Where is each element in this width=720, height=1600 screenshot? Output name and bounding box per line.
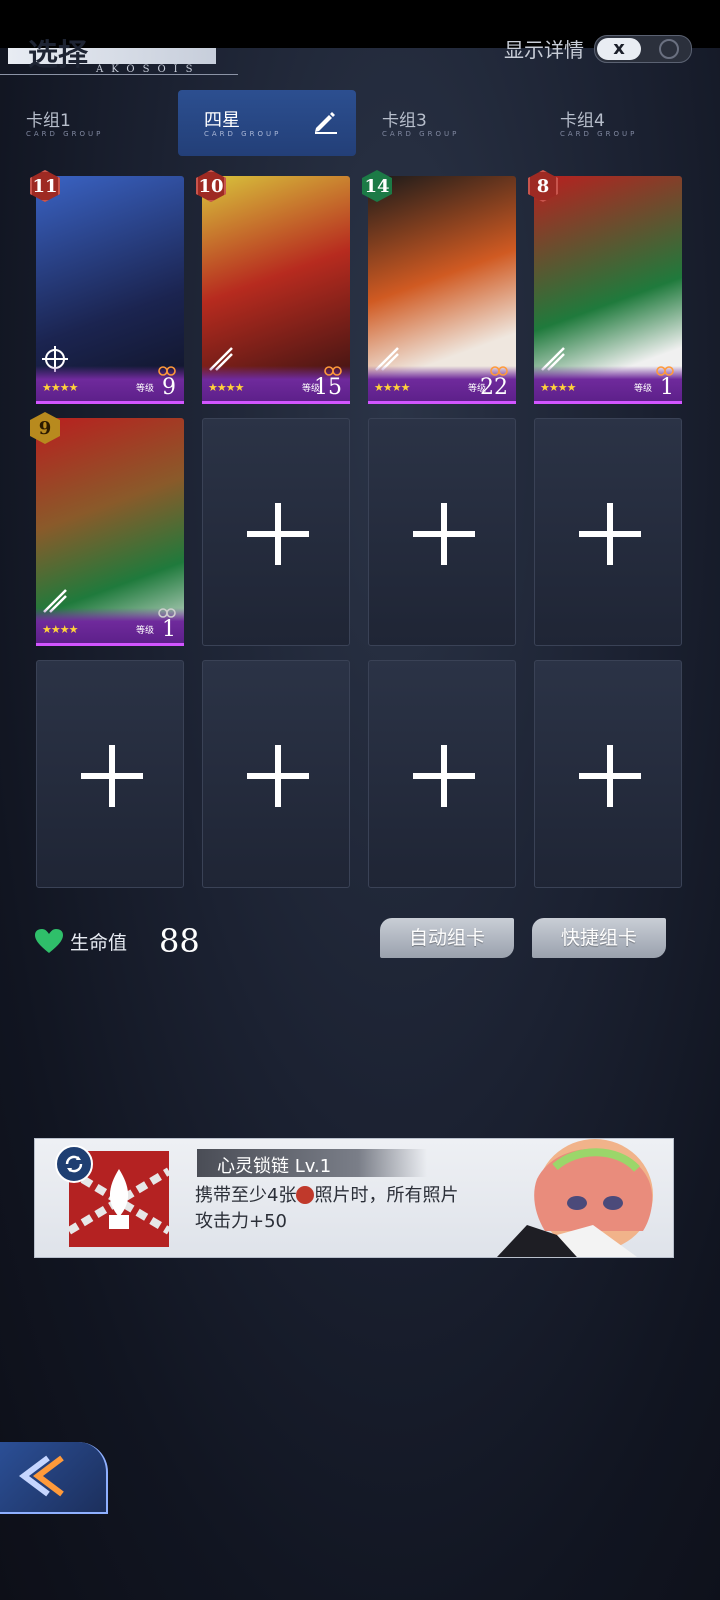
empty-slot[interactable]	[534, 660, 682, 888]
level-label: 等级	[136, 626, 155, 636]
star-rating: ★★★★	[42, 623, 78, 636]
refresh-icon[interactable]	[55, 1145, 93, 1183]
level-label: 等级	[634, 384, 653, 394]
details-toggle[interactable]: 显示详情 x	[504, 34, 692, 63]
arrow-left-icon	[19, 1455, 64, 1497]
header: 选择 AKOSOIS 显示详情 x	[0, 34, 720, 88]
type-icon	[296, 1186, 315, 1204]
card-slot-3[interactable]: 14 ★★★★ 等级 22	[362, 170, 516, 404]
plus-icon	[579, 503, 641, 565]
plus-icon	[579, 745, 641, 807]
tab-deck-1[interactable]: 卡组1 CARD GROUP	[0, 90, 178, 156]
skill-title-bar: 心灵锁链 Lv.1	[197, 1149, 427, 1177]
tab-label: 卡组1	[26, 111, 71, 131]
tab-sub: CARD GROUP	[26, 130, 104, 138]
level-value: 9	[162, 375, 176, 400]
tab-four-star[interactable]: 四星 CARD GROUP	[178, 90, 356, 156]
auto-build-button[interactable]: 自动组卡	[380, 918, 514, 958]
tab-deck-3[interactable]: 卡组3 CARD GROUP	[356, 90, 534, 156]
level-value: 1	[162, 617, 176, 642]
level-value: 22	[480, 375, 508, 400]
character-portrait	[497, 1139, 667, 1257]
card-slot-5[interactable]: 9 ★★★★ 等级 1	[30, 412, 184, 646]
quick-build-button[interactable]: 快捷组卡	[532, 918, 666, 958]
pencil-icon[interactable]	[312, 108, 338, 134]
tab-sub: CARD GROUP	[560, 130, 638, 138]
level-value: 15	[314, 375, 342, 400]
tab-deck-4[interactable]: 卡组4 CARD GROUP	[534, 90, 712, 156]
empty-slot[interactable]	[368, 418, 516, 646]
skill-desc-part: 携带至少4张	[195, 1185, 297, 1206]
back-button[interactable]	[0, 1442, 108, 1514]
plus-icon	[81, 745, 143, 807]
card-slot-2[interactable]: 10 ★★★★ 等级 15	[196, 170, 350, 404]
star-rating: ★★★★	[208, 381, 244, 394]
hp-value: 88	[159, 922, 200, 960]
title-divider	[0, 74, 238, 75]
tab-label: 卡组4	[560, 111, 605, 131]
star-rating: ★★★★	[42, 381, 78, 394]
level-label: 等级	[136, 384, 155, 394]
plus-icon	[413, 503, 475, 565]
skill-desc-part: 照片时，所有照片	[314, 1185, 459, 1206]
tab-label: 卡组3	[382, 111, 427, 131]
heart-icon	[35, 929, 63, 953]
toggle-off-icon	[659, 38, 679, 59]
card-slot-4[interactable]: 8 ★★★★ 等级 1	[528, 170, 682, 404]
star-rating: ★★★★	[374, 381, 410, 394]
empty-slot[interactable]	[202, 418, 350, 646]
card-slot-1[interactable]: 11 ★★★★ 等级 9	[30, 170, 184, 404]
empty-slot[interactable]	[202, 660, 350, 888]
empty-slot[interactable]	[534, 418, 682, 646]
skill-description: 携带至少4张 照片时，所有照片 攻击力+50	[195, 1183, 515, 1235]
skill-panel[interactable]: 心灵锁链 Lv.1 携带至少4张 照片时，所有照片 攻击力+50	[34, 1138, 674, 1258]
hp-label: 生命值	[70, 931, 128, 954]
skill-desc-part: 攻击力+50	[195, 1211, 287, 1232]
skill-title: 心灵锁链 Lv.1	[217, 1156, 332, 1177]
deck-tabs: 卡组1 CARD GROUP 四星 CARD GROUP 卡组3 CARD GR…	[0, 90, 720, 156]
plus-icon	[247, 503, 309, 565]
page-title: 选择	[28, 38, 88, 73]
hp-display: 生命值 88	[34, 922, 200, 960]
plus-icon	[247, 745, 309, 807]
plus-icon	[413, 745, 475, 807]
empty-slot[interactable]	[36, 660, 184, 888]
tab-label: 四星	[204, 110, 240, 131]
level-value: 1	[660, 375, 674, 400]
tab-sub: CARD GROUP	[204, 130, 282, 138]
details-label: 显示详情	[504, 38, 584, 62]
star-rating: ★★★★	[540, 381, 576, 394]
details-switch[interactable]: x	[594, 34, 692, 63]
empty-slot[interactable]	[368, 660, 516, 888]
toggle-knob: x	[597, 37, 641, 60]
tab-sub: CARD GROUP	[382, 130, 460, 138]
